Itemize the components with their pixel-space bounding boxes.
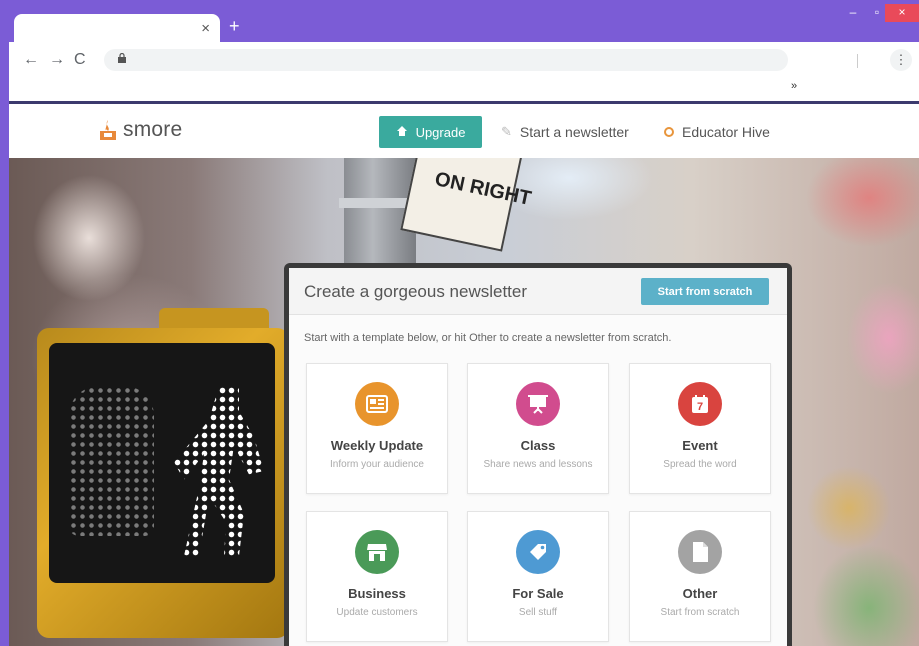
newspaper-icon <box>355 382 399 426</box>
start-newsletter-link[interactable]: ✎ Start a newsletter <box>501 124 629 140</box>
template-title: For Sale <box>512 586 564 601</box>
calendar-icon: 7 <box>678 382 722 426</box>
bookmarks-overflow-icon[interactable]: » <box>791 80 797 92</box>
smore-logo[interactable]: smore <box>99 118 182 142</box>
site-header: smore Upgrade ✎ Start a newsletter Educa… <box>9 104 919 158</box>
reload-icon[interactable]: C <box>74 52 86 68</box>
toolbar-divider <box>857 54 858 68</box>
template-title: Weekly Update <box>330 438 424 453</box>
template-title: Other <box>682 586 718 601</box>
new-tab-icon[interactable]: + <box>229 17 240 35</box>
educator-hive-link[interactable]: Educator Hive <box>664 124 770 140</box>
browser-titlebar: × + – ▫ × <box>0 0 919 44</box>
document-icon <box>678 530 722 574</box>
browser-toolbar: ← → C ⋮ » <box>9 42 919 102</box>
template-description: Spread the word <box>663 459 737 470</box>
template-description: Start from scratch <box>660 607 740 618</box>
calendar-day: 7 <box>697 401 703 413</box>
upgrade-button[interactable]: Upgrade <box>379 116 482 148</box>
lock-icon <box>118 52 126 65</box>
forward-arrow-icon[interactable]: → <box>49 52 65 68</box>
logo-text: smore <box>123 118 183 141</box>
template-card-for-sale[interactable]: For Sale Sell stuff <box>467 511 609 642</box>
house-icon <box>396 125 408 140</box>
smore-logo-icon <box>99 119 117 141</box>
template-card-class[interactable]: Class Share news and lessons <box>467 363 609 494</box>
browser-menu-icon[interactable]: ⋮ <box>890 49 912 71</box>
template-title: Class <box>520 438 556 453</box>
circle-icon <box>664 127 674 137</box>
template-card-other[interactable]: Other Start from scratch <box>629 511 771 642</box>
template-card-business[interactable]: Business Update customers <box>306 511 448 642</box>
template-description: Update customers <box>336 607 418 618</box>
storefront-icon <box>355 530 399 574</box>
back-arrow-icon[interactable]: ← <box>23 52 39 68</box>
panel-subtitle: Start with a template below, or hit Othe… <box>304 332 672 344</box>
tab-close-icon[interactable]: × <box>201 20 210 38</box>
template-description: Sell stuff <box>518 607 558 618</box>
template-card-weekly-update[interactable]: Weekly Update Inform your audience <box>306 363 448 494</box>
window-frame <box>0 42 9 646</box>
template-title: Event <box>682 438 718 453</box>
presentation-icon <box>516 382 560 426</box>
template-card-event[interactable]: 7 Event Spread the word <box>629 363 771 494</box>
maximize-button[interactable]: ▫ <box>867 4 887 22</box>
template-title: Business <box>348 586 406 601</box>
upgrade-label: Upgrade <box>415 124 466 140</box>
hand-signal-icon <box>69 386 154 536</box>
start-from-scratch-button[interactable]: Start from scratch <box>641 278 769 305</box>
browser-tab[interactable]: × <box>14 14 220 44</box>
address-bar[interactable] <box>104 49 788 71</box>
panel-header: Create a gorgeous newsletter Start from … <box>289 268 787 315</box>
template-description: Inform your audience <box>330 459 424 470</box>
price-tag-icon <box>516 530 560 574</box>
educator-hive-label: Educator Hive <box>682 124 770 140</box>
start-newsletter-label: Start a newsletter <box>519 124 629 140</box>
template-description: Share news and lessons <box>483 459 593 470</box>
window-close-button[interactable]: × <box>885 4 919 22</box>
create-newsletter-panel: Create a gorgeous newsletter Start from … <box>289 268 787 646</box>
panel-title: Create a gorgeous newsletter <box>304 282 528 301</box>
pencil-icon: ✎ <box>501 124 512 139</box>
minimize-button[interactable]: – <box>843 4 863 22</box>
